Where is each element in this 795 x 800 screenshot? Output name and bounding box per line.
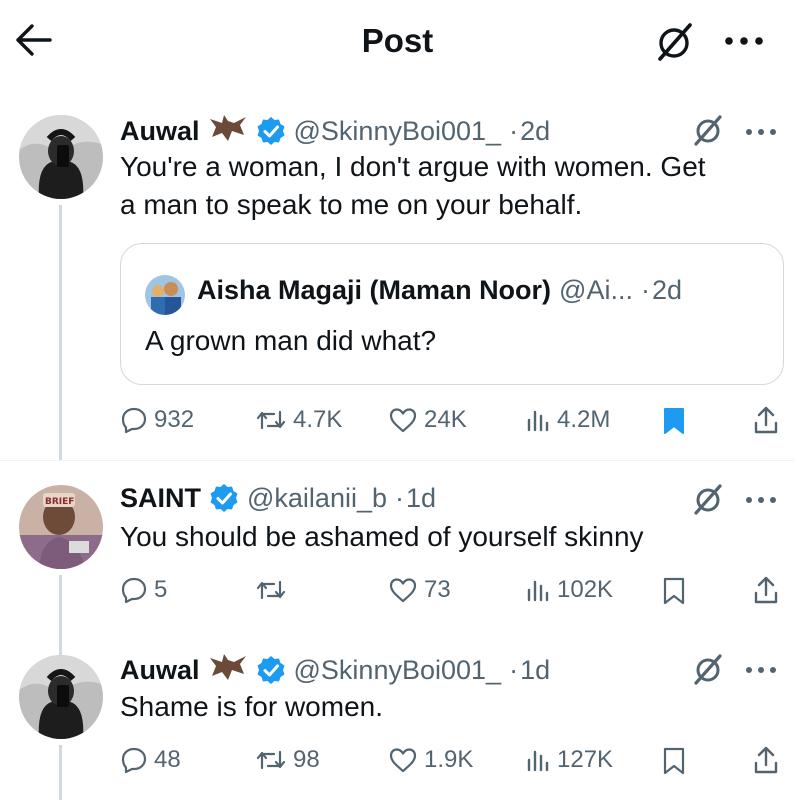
quote-timestamp[interactable]: 2d — [652, 274, 682, 306]
quoted-post[interactable]: Aisha Magaji (Maman Noor) @Ai... · 2d A … — [120, 243, 784, 385]
bookmark-icon — [663, 747, 685, 775]
avatar[interactable] — [145, 275, 185, 315]
separator-dot: · — [640, 275, 650, 305]
grok-icon[interactable] — [690, 651, 726, 687]
views-chart-icon — [527, 580, 549, 602]
bookmark-button[interactable] — [663, 407, 685, 440]
thread-line — [59, 575, 62, 655]
more-options-icon[interactable] — [743, 490, 779, 510]
share-button[interactable] — [752, 575, 780, 610]
author-handle[interactable]: @SkinnyBoi001_ — [294, 115, 502, 147]
quote-author-name[interactable]: Aisha Magaji (Maman Noor) — [197, 274, 551, 306]
repost-count: 4.7K — [293, 406, 343, 433]
separator-dot: · — [509, 654, 519, 685]
grok-icon[interactable] — [690, 481, 726, 517]
author-handle[interactable]: @SkinnyBoi001_ — [294, 654, 502, 686]
author-name[interactable]: SAINT — [120, 482, 201, 514]
bat-emoji-icon — [208, 652, 248, 687]
bookmark-button[interactable] — [663, 577, 685, 610]
bookmark-button[interactable] — [663, 747, 685, 780]
reply-count: 48 — [154, 746, 181, 773]
timestamp[interactable]: 2d — [520, 115, 550, 147]
reply-button[interactable]: 5 — [120, 573, 167, 607]
views-chart-icon — [527, 750, 549, 772]
like-count: 1.9K — [424, 746, 474, 773]
heart-icon — [389, 748, 417, 773]
author-handle[interactable]: @kailanii_b — [247, 482, 387, 514]
share-button[interactable] — [752, 405, 780, 440]
like-button[interactable]: 1.9K — [388, 743, 473, 777]
post-text: Shame is for women. — [120, 691, 383, 722]
reply-button[interactable]: 48 — [120, 743, 181, 777]
separator-dot: · — [394, 483, 404, 513]
quote-header: Aisha Magaji (Maman Noor) @Ai... · 2d — [197, 274, 682, 306]
share-button[interactable] — [752, 745, 780, 780]
post-text-line: You're a woman, I don't argue with women… — [120, 151, 706, 182]
timestamp[interactable]: 1d — [406, 482, 436, 514]
verified-badge-icon — [256, 655, 286, 685]
bookmark-icon — [663, 577, 685, 605]
repost-icon — [256, 750, 286, 770]
like-count: 24K — [424, 406, 467, 433]
views-button[interactable]: 4.2M — [525, 403, 610, 437]
views-button[interactable]: 127K — [525, 743, 613, 777]
quote-text: A grown man did what? — [145, 325, 437, 356]
avatar[interactable] — [19, 115, 103, 199]
reply-icon — [121, 577, 147, 604]
verified-badge-icon — [209, 483, 239, 513]
grok-icon[interactable] — [690, 112, 726, 148]
post-header: SAINT @kailanii_b · 1d — [120, 482, 436, 514]
more-options-icon[interactable] — [720, 26, 768, 56]
view-count: 102K — [557, 576, 614, 603]
post-header: Auwal @SkinnyBoi001_ · 2d — [120, 113, 550, 148]
timestamp[interactable]: 1d — [520, 654, 550, 686]
view-count: 4.2M — [557, 406, 611, 433]
share-icon — [754, 576, 778, 604]
reply-icon — [121, 747, 147, 774]
author-name[interactable]: Auwal — [120, 115, 200, 147]
repost-button[interactable]: 4.7K — [255, 403, 342, 437]
svg-text:BRIEF: BRIEF — [45, 497, 74, 507]
thread-line — [59, 205, 62, 460]
views-button[interactable]: 102K — [525, 573, 613, 607]
repost-icon — [256, 580, 286, 600]
reply-button[interactable]: 932 — [120, 403, 194, 437]
more-options-icon[interactable] — [743, 122, 779, 142]
thread-line — [59, 745, 62, 800]
separator-dot: · — [509, 115, 519, 146]
author-name[interactable]: Auwal — [120, 654, 200, 686]
post-text: You should be ashamed of yourself skinny — [120, 521, 644, 552]
repost-button[interactable] — [255, 573, 293, 607]
view-count: 127K — [557, 746, 614, 773]
repost-button[interactable]: 98 — [255, 743, 320, 777]
divider — [0, 460, 795, 461]
quote-author-handle[interactable]: @Ai... — [559, 274, 633, 306]
bat-emoji-icon — [208, 113, 248, 148]
share-icon — [754, 746, 778, 774]
views-chart-icon — [527, 410, 549, 432]
reply-icon — [121, 407, 147, 434]
bookmark-filled-icon — [664, 408, 684, 434]
reply-count: 5 — [154, 576, 168, 603]
like-count: 73 — [424, 576, 451, 603]
reply-count: 932 — [154, 406, 195, 433]
grok-icon[interactable] — [652, 20, 696, 64]
heart-icon — [389, 578, 417, 603]
like-button[interactable]: 73 — [388, 573, 451, 607]
post-text-line: a man to speak to me on your behalf. — [120, 189, 583, 220]
repost-icon — [256, 410, 286, 430]
more-options-icon[interactable] — [743, 660, 779, 680]
repost-count: 98 — [293, 746, 320, 773]
verified-badge-icon — [256, 116, 286, 146]
post-header: Auwal @SkinnyBoi001_ · 1d — [120, 652, 550, 687]
heart-icon — [389, 408, 417, 433]
post-text: You're a woman, I don't argue with women… — [120, 148, 780, 224]
share-icon — [754, 406, 778, 434]
like-button[interactable]: 24K — [388, 403, 467, 437]
avatar[interactable]: BRIEF — [19, 485, 103, 569]
avatar[interactable] — [19, 655, 103, 739]
